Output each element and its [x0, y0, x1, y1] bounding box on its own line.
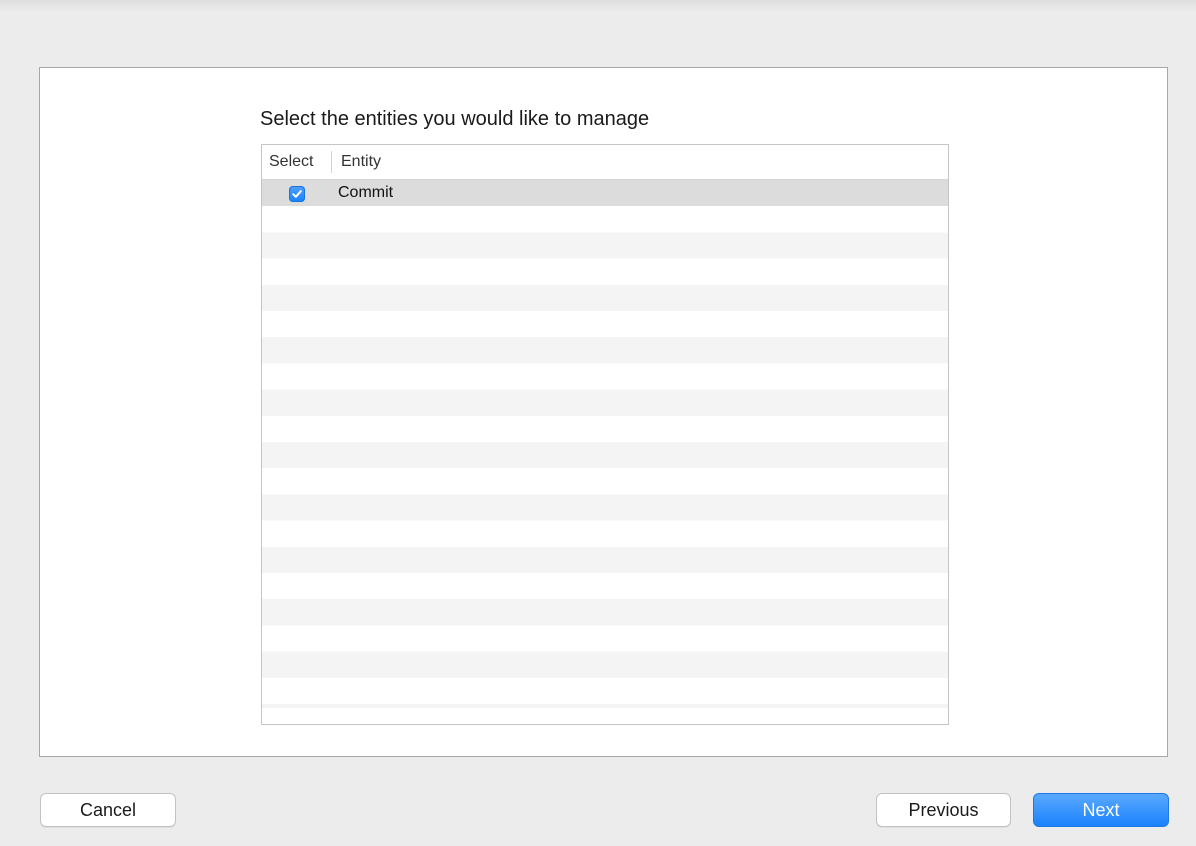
- column-divider[interactable]: [331, 151, 332, 173]
- row-select-checkbox[interactable]: [289, 186, 305, 202]
- entity-table[interactable]: Select Entity Commit: [261, 144, 949, 725]
- checkmark-icon: [292, 190, 302, 198]
- table-row[interactable]: Commit: [262, 180, 948, 206]
- page-title: Select the entities you would like to ma…: [260, 108, 650, 130]
- next-button[interactable]: Next: [1033, 793, 1169, 827]
- table-body: Commit: [262, 180, 948, 708]
- previous-button[interactable]: Previous: [876, 793, 1011, 827]
- table-header: Select Entity: [262, 145, 948, 180]
- column-header-select[interactable]: Select: [269, 145, 313, 179]
- cancel-button[interactable]: Cancel: [40, 793, 176, 827]
- entity-name: Commit: [338, 184, 394, 201]
- window-top-edge: [0, 0, 1196, 12]
- content-panel: Select the entities you would like to ma…: [39, 67, 1168, 757]
- column-header-entity[interactable]: Entity: [341, 145, 381, 179]
